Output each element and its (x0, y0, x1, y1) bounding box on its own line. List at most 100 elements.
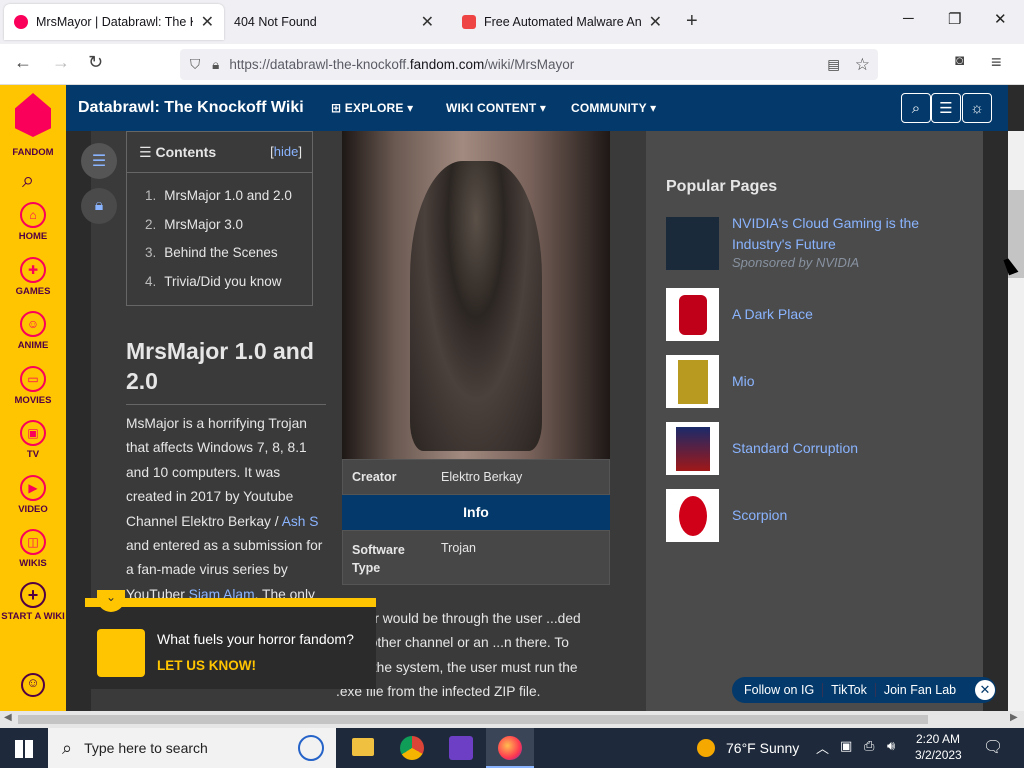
fandom-brand[interactable]: FANDOM (0, 147, 66, 158)
network-icon[interactable]: ⎙ (864, 738, 874, 754)
back-icon[interactable]: ← (14, 52, 32, 73)
visual-studio-icon[interactable] (449, 736, 473, 760)
rail-start-wiki[interactable]: + START A WIKI (0, 582, 66, 623)
tiktok-link[interactable]: TikTok (823, 683, 876, 697)
shield-icon[interactable]: ⛉ (190, 57, 200, 73)
taskbar-search[interactable]: ⌕ Type here to search (48, 728, 336, 768)
rail-label: START A WIKI (1, 611, 65, 622)
menu-explore[interactable]: ⊞ EXPLORE ▾ (331, 101, 413, 115)
file-explorer-icon[interactable] (352, 738, 374, 756)
popular-item[interactable]: A Dark Place (666, 288, 966, 341)
search-icon[interactable]: ⌕ (901, 93, 931, 123)
scroll-right-icon[interactable]: ▶ (1010, 712, 1018, 723)
section-heading: MrsMajor 1.0 and 2.0 (126, 336, 326, 405)
clock[interactable]: 2:20 AM 3/2/2023 (915, 732, 962, 762)
popular-link[interactable]: Mio (732, 371, 755, 392)
toc-hide-link[interactable]: hide (274, 144, 299, 159)
user-account-icon[interactable]: ☺ (21, 673, 45, 697)
minimize-icon[interactable]: ─ (903, 10, 914, 27)
h-scroll-thumb[interactable] (18, 715, 928, 724)
close-tab-icon[interactable]: ✕ (421, 12, 434, 32)
app-menu-icon[interactable]: ≡ (991, 52, 1002, 73)
toc-item[interactable]: 4. Trivia/Did you know (145, 274, 292, 303)
rail-wikis[interactable]: ◫ WIKIS (0, 529, 66, 569)
search-icon[interactable]: ⌕ (22, 167, 34, 193)
horizontal-scrollbar[interactable]: ◀ ▶ (0, 711, 1024, 728)
toc-list-icon: ☰ (139, 144, 156, 160)
thumbnail (666, 489, 719, 542)
explore-icon: ⊞ (331, 101, 345, 115)
toast-question: What fuels your horror fandom? (157, 631, 354, 647)
popular-link[interactable]: NVIDIA's Cloud Gaming is the Industry's … (732, 213, 932, 255)
rail-games[interactable]: ✚ GAMES (0, 257, 66, 297)
fandom-rail: FANDOM ⌕ ⌂ HOME ✚ GAMES ☺ ANIME ▭ MOVIES ▣ TV… (0, 85, 66, 711)
feedback-toast[interactable]: What fuels your horror fandom? LET US KN… (85, 598, 376, 689)
volume-icon[interactable]: 🔊︎ (887, 738, 895, 754)
rail-tv[interactable]: ▣ TV (0, 420, 66, 460)
firefox-icon (498, 736, 522, 760)
sponsored-label: Sponsored by NVIDIA (732, 255, 860, 270)
tab-mrsmayor[interactable]: MrsMayor | Databrawl: The Knoc ✕ (4, 4, 224, 40)
notifications-icon[interactable]: 🗨︎ (983, 737, 1003, 757)
url-domain: fandom.com (409, 57, 485, 72)
popular-link[interactable]: Scorpion (732, 505, 787, 526)
popular-item[interactable]: NVIDIA's Cloud Gaming is the Industry's … (666, 215, 966, 272)
thumbnail (666, 217, 719, 270)
rail-label: WIKIS (19, 558, 47, 569)
maximize-icon[interactable]: ❐ (948, 10, 961, 28)
wiki-title[interactable]: Databrawl: The Knockoff Wiki (78, 99, 304, 117)
rail-movies[interactable]: ▭ MOVIES (0, 366, 66, 406)
discussions-icon[interactable]: ☰ (931, 93, 961, 123)
toc-item[interactable]: 3. Behind the Scenes (145, 245, 292, 274)
follow-ig-link[interactable]: Follow on IG (732, 683, 824, 697)
weather-text[interactable]: 76°F Sunny (726, 740, 799, 756)
chrome-icon[interactable] (400, 736, 424, 760)
rail-video[interactable]: ▶ VIDEO (0, 475, 66, 515)
forward-icon[interactable]: → (52, 52, 70, 73)
survey-illustration-icon (97, 629, 145, 677)
address-bar[interactable]: ⛉ 🔒︎ https://databrawl-the-knockoff. fand… (180, 49, 878, 80)
menu-community[interactable]: COMMUNITY ▾ (571, 101, 656, 115)
popular-item[interactable]: Mio (666, 355, 966, 408)
toast-cta[interactable]: LET US KNOW! (157, 658, 256, 673)
tab-malware[interactable]: Free Automated Malware Analy ✕ (452, 4, 672, 40)
link-ash-s[interactable]: Ash S (282, 514, 319, 529)
tab-404[interactable]: 404 Not Found ✕ (224, 4, 444, 40)
rail-anime[interactable]: ☺ ANIME (0, 311, 66, 351)
fandom-logo-icon[interactable] (15, 93, 51, 137)
infobox-section-header: Info (342, 495, 610, 530)
reload-icon[interactable]: ↻ (88, 52, 103, 73)
popular-link[interactable]: A Dark Place (732, 304, 813, 325)
theme-toggle-icon[interactable]: ☼ (962, 93, 992, 123)
close-tab-icon[interactable]: ✕ (649, 12, 662, 32)
reader-view-icon[interactable]: ▤ (827, 57, 840, 73)
pocket-icon[interactable]: ◙ (955, 52, 964, 69)
bookmark-star-icon[interactable]: ☆ (855, 55, 870, 75)
time: 2:20 AM (915, 732, 961, 746)
toc-item[interactable]: 2. MrsMajor 3.0 (145, 217, 292, 246)
popular-link[interactable]: Standard Corruption (732, 438, 858, 459)
infobox-image[interactable] (342, 131, 610, 459)
toc-toggle-icon[interactable]: ☰ (81, 143, 117, 179)
rail-home[interactable]: ⌂ HOME (0, 202, 66, 242)
popular-item[interactable]: Scorpion (666, 489, 966, 542)
fandom-favicon-icon (14, 15, 28, 29)
bracket-close: ] (298, 144, 302, 159)
bing-icon[interactable] (298, 735, 324, 761)
lock-icon[interactable]: 🔒︎ (81, 188, 117, 224)
menu-wiki-content[interactable]: WIKI CONTENT ▾ (446, 101, 546, 115)
toc-item[interactable]: 1. MrsMajor 1.0 and 2.0 (145, 188, 292, 217)
window-close-icon[interactable]: ✕ (994, 10, 1007, 28)
close-tab-icon[interactable]: ✕ (201, 12, 214, 32)
tray-chevron-icon[interactable]: ︿ (816, 738, 829, 757)
home-icon: ⌂ (20, 202, 46, 228)
scroll-left-icon[interactable]: ◀ (4, 712, 12, 723)
windows-start-icon[interactable] (15, 740, 33, 758)
new-tab-icon[interactable]: + (686, 10, 698, 33)
firefox-taskbar-button[interactable] (486, 728, 534, 768)
tray-app-icon[interactable]: ▣ (840, 738, 852, 754)
close-social-icon[interactable]: ✕ (975, 680, 995, 700)
fan-lab-link[interactable]: Join Fan Lab (876, 683, 964, 697)
popular-item[interactable]: Standard Corruption (666, 422, 966, 475)
rail-label: HOME (18, 231, 48, 242)
